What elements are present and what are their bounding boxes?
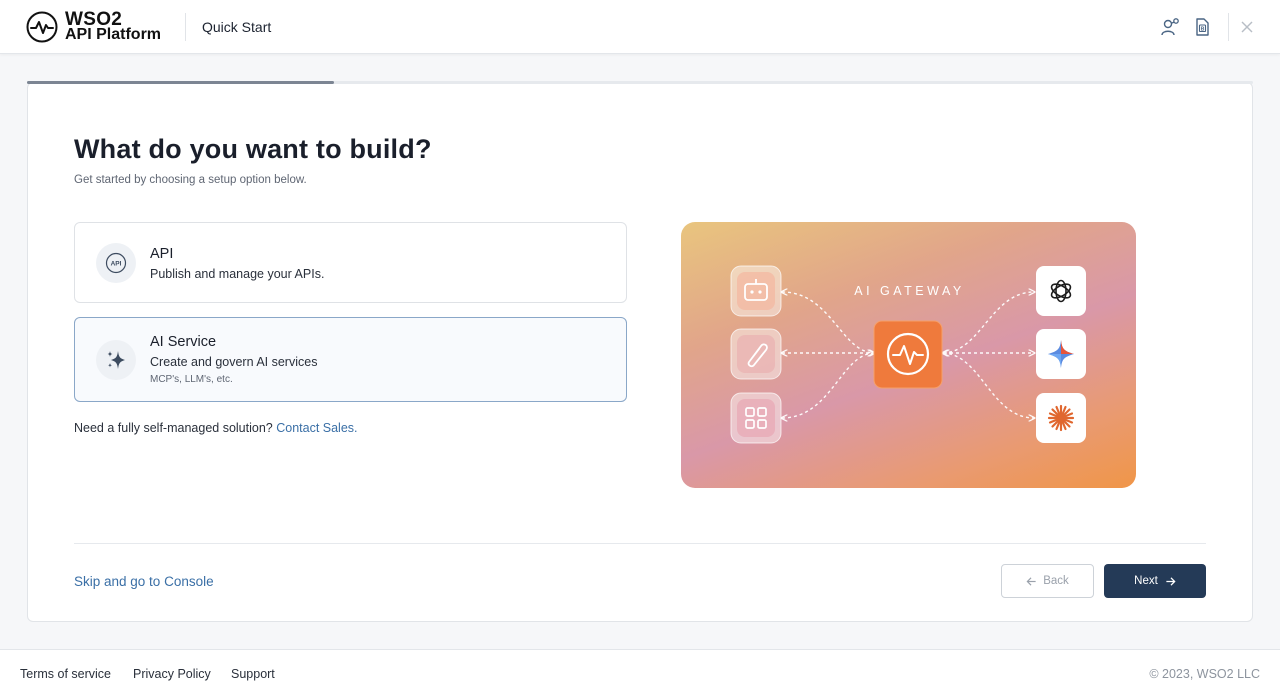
connector-line: [943, 292, 1034, 353]
svg-text:B: B: [1201, 26, 1205, 32]
gemini-icon: [1036, 329, 1086, 379]
user-connect-icon[interactable]: [1160, 17, 1180, 37]
actions-divider: [74, 543, 1206, 544]
back-button-label: Back: [1043, 575, 1069, 587]
next-button-label: Next: [1134, 575, 1158, 587]
header-separator: [1228, 13, 1229, 41]
connector-line: [943, 353, 1034, 418]
pulse-icon: [873, 320, 943, 389]
ai-gateway-label: AI GATEWAY: [681, 284, 1136, 298]
connector-line: [782, 292, 874, 353]
svg-text:API: API: [111, 261, 122, 268]
header-divider: [185, 13, 186, 41]
footer-support-link[interactable]: Support: [231, 667, 275, 681]
gateway-diagram: [730, 265, 1086, 444]
footer-copyright: © 2023, WSO2 LLC: [1149, 667, 1260, 681]
option-icon-wrapper: [96, 340, 136, 380]
api-icon: API: [105, 252, 127, 274]
logo-wordmark: WSO2 API Platform: [65, 9, 162, 43]
logo-line-1: WSO2: [65, 9, 123, 30]
page-title: What do you want to build?: [74, 134, 432, 164]
progress-bar-fill: [27, 81, 334, 84]
back-button[interactable]: Back: [1001, 564, 1094, 598]
sparkle-icon: [107, 351, 125, 369]
contact-sales-link[interactable]: Contact Sales.: [276, 421, 357, 435]
top-header: WSO2 API Platform Quick Start B: [0, 0, 1280, 54]
option-ai-title: AI Service: [150, 334, 217, 350]
paperclip-icon: [730, 328, 782, 380]
arrow-right-icon: [1166, 576, 1176, 586]
option-icon-wrapper: API: [96, 243, 136, 283]
progress-bar: [27, 81, 1253, 84]
contact-sales-text: Need a fully self-managed solution? Cont…: [74, 421, 358, 435]
claude-icon: [1036, 393, 1086, 443]
option-api-title: API: [150, 246, 174, 262]
logo-line-2: API Platform: [65, 26, 162, 43]
pulse-logo-icon: [26, 11, 58, 43]
footer-terms-link[interactable]: Terms of service: [20, 667, 111, 681]
option-ai-service[interactable]: AI Service Create and govern AI services…: [74, 317, 627, 402]
close-icon[interactable]: [1239, 19, 1255, 35]
option-ai-note: MCP's, LLM's, etc.: [150, 374, 233, 385]
connector-line: [782, 353, 874, 418]
option-api-description: Publish and manage your APIs.: [150, 267, 325, 281]
option-ai-description: Create and govern AI services: [150, 355, 318, 369]
arrow-left-icon: [1026, 576, 1036, 586]
page-subtitle: Get started by choosing a setup option b…: [74, 174, 307, 186]
skip-to-console-link[interactable]: Skip and go to Console: [74, 574, 214, 589]
wso2-logo[interactable]: WSO2 API Platform: [26, 10, 166, 44]
footer-privacy-link[interactable]: Privacy Policy: [133, 667, 211, 681]
next-button[interactable]: Next: [1104, 564, 1206, 598]
document-icon[interactable]: B: [1192, 17, 1212, 37]
option-api[interactable]: API API Publish and manage your APIs.: [74, 222, 627, 303]
ai-gateway-label-text: AI GATEWAY: [854, 284, 965, 298]
ai-gateway-illustration: AI GATEWAY: [681, 222, 1136, 488]
page-footer: Terms of service Privacy Policy Support …: [0, 649, 1280, 697]
page-header-title: Quick Start: [202, 19, 272, 35]
grid-icon: [730, 392, 782, 444]
contact-prefix: Need a fully self-managed solution?: [74, 421, 277, 435]
